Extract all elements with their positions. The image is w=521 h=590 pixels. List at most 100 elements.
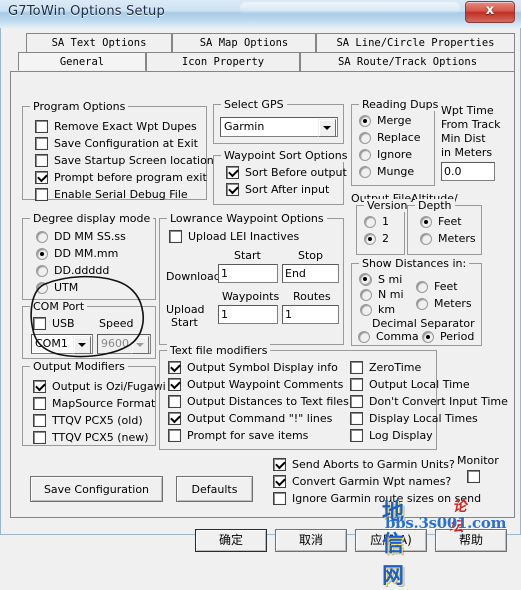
checkbox-output-command-lines[interactable] (168, 412, 181, 425)
group-program-options-legend: Program Options (30, 100, 129, 113)
radio-n-mi[interactable] (360, 289, 372, 301)
checkbox-monitor[interactable] (467, 470, 480, 483)
tab-sa-text-options[interactable]: SA Text Options (26, 33, 172, 52)
chevron-down-icon[interactable] (73, 336, 91, 354)
radio-comma[interactable] (358, 331, 370, 343)
wpt-time-from-track: Wpt Time From Track Min Dist in Meters 0… (439, 104, 517, 186)
label-output-waypoint-comments: Output Waypoint Comments (187, 378, 344, 391)
group-show-distances-in-legend: Show Distances in: (359, 257, 470, 270)
radio-dd-ddddd[interactable] (36, 265, 48, 277)
checkbox-remove-exact-wpt-dupes[interactable] (35, 120, 48, 133)
label-dd-mm-ss-ss: DD MM SS.ss (54, 230, 126, 243)
radio-version-1[interactable] (364, 216, 376, 228)
general-tab-panel: Program Options Remove Exact Wpt Dupes S… (10, 71, 515, 518)
checkbox-mapsource-format[interactable] (33, 397, 46, 410)
tab-sa-line-circle-properties[interactable]: SA Line/Circle Properties (316, 33, 515, 52)
group-show-distances-in: Show Distances in: S mi N mi km Feet Met… (351, 257, 482, 346)
tab-strip: SA Text Options SA Map Options SA Line/C… (10, 33, 515, 71)
row-label-upload-start: Start (171, 316, 198, 329)
row-label-download: Download (166, 270, 221, 283)
checkbox-upload-lei-inactives[interactable] (169, 230, 182, 243)
group-waypoint-sort-options-legend: Waypoint Sort Options (221, 149, 351, 162)
tab-sa-map-options[interactable]: SA Map Options (172, 33, 316, 52)
tab-general[interactable]: General (18, 52, 146, 71)
group-lowrance-waypoint-options-legend: Lowrance Waypoint Options (167, 212, 327, 225)
tab-icon-property[interactable]: Icon Property (146, 52, 300, 71)
input-wpt-time-min-dist[interactable]: 0.0 (441, 162, 495, 181)
checkbox-enable-serial-debug-file[interactable] (35, 188, 48, 201)
checkbox-ttqv-pcx5-new[interactable] (33, 431, 46, 444)
combo-select-gps-value: Garmin (224, 120, 265, 133)
input-download-stop[interactable]: End (282, 264, 339, 283)
input-upload-waypoints[interactable]: 1 (218, 305, 278, 324)
radio-version-2[interactable] (364, 233, 376, 245)
radio-distance-meters[interactable] (416, 298, 428, 310)
radio-merge[interactable] (359, 115, 371, 127)
label-sort-after-input: Sort After input (245, 183, 330, 196)
radio-munge[interactable] (359, 166, 371, 178)
label-convert-garmin-wpt-names: Convert Garmin Wpt names? (292, 475, 452, 488)
checkbox-output-symbol-display-info[interactable] (168, 361, 181, 374)
label-remove-exact-wpt-dupes: Remove Exact Wpt Dupes (54, 120, 197, 133)
checkbox-save-configuration-at-exit[interactable] (35, 137, 48, 150)
help-button[interactable]: 帮助 (435, 529, 507, 552)
checkbox-output-is-ozi-fugawi[interactable] (33, 380, 46, 393)
defaults-button[interactable]: Defaults (176, 476, 253, 502)
radio-distance-feet[interactable] (416, 281, 428, 293)
group-text-file-modifiers: Text file modifiers Output Symbol Displa… (159, 344, 508, 450)
radio-utm[interactable] (36, 282, 48, 294)
label-sort-before-output: Sort Before output (245, 166, 347, 179)
save-configuration-button[interactable]: Save Configuration (30, 476, 163, 502)
checkbox-zerotime[interactable] (350, 361, 363, 374)
checkbox-save-startup-screen-location[interactable] (35, 154, 48, 167)
group-altitude-depth: Depth Feet Meters (407, 199, 482, 255)
garmin-options: Send Aborts to Garmin Units? Convert Gar… (263, 454, 513, 514)
chevron-down-icon[interactable] (318, 119, 336, 137)
wpt-time-line2: From Track (441, 118, 501, 131)
checkbox-log-display[interactable] (350, 429, 363, 442)
checkbox-sort-after-input[interactable] (226, 183, 239, 196)
checkbox-prompt-for-save-items[interactable] (168, 429, 181, 442)
checkbox-output-distances-to-text-files[interactable] (168, 395, 181, 408)
checkbox-convert-garmin-wpt-names[interactable] (273, 475, 286, 488)
checkbox-output-waypoint-comments[interactable] (168, 378, 181, 391)
client-area: SA Text Options SA Map Options SA Line/C… (0, 28, 521, 552)
radio-period[interactable] (422, 331, 434, 343)
combo-com-port-value: COM1 (35, 337, 68, 350)
checkbox-sort-before-output[interactable] (226, 166, 239, 179)
chevron-down-icon[interactable] (131, 336, 149, 354)
input-download-start[interactable]: 1 (218, 264, 278, 283)
checkbox-display-local-times[interactable] (350, 412, 363, 425)
ok-button[interactable]: 确定 (195, 529, 267, 552)
label-dd-ddddd: DD.ddddd (54, 264, 110, 277)
radio-dd-mm-ss-ss[interactable] (36, 231, 48, 243)
apply-button[interactable]: 应用(A) (355, 529, 427, 552)
radio-s-mi-selected-indicator[interactable] (359, 273, 371, 285)
radio-replace[interactable] (359, 132, 371, 144)
checkbox-send-aborts-to-garmin-units[interactable] (273, 458, 286, 471)
checkbox-ignore-garmin-route-sizes[interactable] (273, 492, 286, 505)
radio-depth-meters[interactable] (420, 233, 432, 245)
checkbox-output-local-time[interactable] (350, 378, 363, 391)
combo-speed[interactable]: 9600 (97, 334, 151, 354)
label-ignore: Ignore (377, 148, 412, 161)
radio-dd-mm-mm[interactable] (36, 248, 48, 260)
cancel-button[interactable]: 取消 (275, 529, 347, 552)
column-header-stop: Stop (298, 249, 324, 262)
checkbox-prompt-before-program-exit[interactable] (35, 171, 48, 184)
label-depth-feet: Feet (438, 215, 462, 228)
label-output-symbol-display-info: Output Symbol Display info (187, 361, 338, 374)
checkbox-usb[interactable] (33, 317, 46, 330)
group-select-gps: Select GPS Garmin (213, 98, 344, 144)
radio-depth-feet[interactable] (420, 216, 432, 228)
radio-km[interactable] (360, 304, 372, 316)
wpt-time-line3: Min Dist (441, 132, 486, 145)
close-button[interactable]: x (465, 1, 515, 23)
checkbox-dont-convert-input-time[interactable] (350, 395, 363, 408)
checkbox-ttqv-pcx5-old[interactable] (33, 414, 46, 427)
combo-com-port[interactable]: COM1 (31, 334, 93, 354)
radio-ignore[interactable] (359, 149, 371, 161)
combo-select-gps[interactable]: Garmin (220, 117, 338, 137)
input-upload-routes[interactable]: 1 (282, 305, 339, 324)
tab-sa-route-track-options[interactable]: SA Route/Track Options (300, 52, 515, 71)
